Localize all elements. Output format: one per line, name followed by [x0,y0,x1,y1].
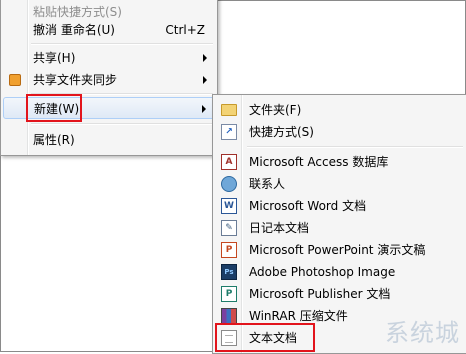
journal-icon: ✎ [221,220,237,236]
shortcut-text: Ctrl+Z [165,23,205,37]
submenu-item-word-document[interactable]: W Microsoft Word 文档 [215,195,465,217]
submenu-item-journal-document[interactable]: ✎ 日记本文档 [215,217,465,239]
submenu-item-folder[interactable]: 文件夹(F) [215,99,465,121]
menu-item-share[interactable]: 共享(H) [3,47,215,69]
menu-item-new[interactable]: 新建(W) [3,97,215,119]
submenu-arrow-icon [203,76,207,84]
menu-item-share-folder-sync[interactable]: 共享文件夹同步 [3,69,215,91]
submenu-item-label: Adobe Photoshop Image [249,265,396,279]
submenu-item-label: 文件夹(F) [249,103,302,117]
submenu-item-publisher-document[interactable]: P Microsoft Publisher 文档 [215,283,465,305]
submenu-item-winrar-archive[interactable]: WinRAR 压缩文件 [215,305,465,327]
menu-separator [31,123,213,125]
submenu-item-label: 快捷方式(S) [249,125,314,139]
submenu-item-label: Microsoft Publisher 文档 [249,287,391,301]
menu-item-label: 共享(H) [33,51,76,65]
access-icon: A [221,154,237,170]
publisher-icon: P [221,286,237,302]
text-document-icon [221,330,237,346]
submenu-item-label: Microsoft Access 数据库 [249,155,389,169]
powerpoint-icon: P [221,242,237,258]
word-icon: W [221,198,237,214]
submenu-item-label: 联系人 [249,177,286,191]
menu-item-label: 属性(R) [33,133,75,147]
submenu-item-contact[interactable]: 联系人 [215,173,465,195]
submenu-item-label: WinRAR 压缩文件 [249,309,348,323]
submenu-item-access-database[interactable]: A Microsoft Access 数据库 [215,151,465,173]
sync-icon [9,74,21,86]
menu-item-label: 粘贴快捷方式(S) [33,5,122,19]
menu-separator [247,146,463,148]
photoshop-icon: Ps [221,264,237,280]
menu-item-label: 新建(W) [34,102,80,116]
submenu-arrow-icon [203,54,207,62]
submenu-item-photoshop-image[interactable]: Ps Adobe Photoshop Image [215,261,465,283]
menu-item-label: 撤消 重命名(U) [33,23,115,37]
menu-item-undo-rename[interactable]: 撤消 重命名(U) Ctrl+Z [3,19,215,41]
submenu-item-label: 日记本文档 [249,221,310,235]
shortcut-icon: ↗ [221,124,237,140]
submenu-item-label: 文本文档 [249,331,298,345]
submenu-arrow-icon [202,105,206,113]
context-menu: 粘贴快捷方式(S) 撤消 重命名(U) Ctrl+Z 共享(H) 共享文件夹同步… [0,0,218,156]
submenu-item-label: Microsoft Word 文档 [249,199,367,213]
menu-item-label: 共享文件夹同步 [33,73,118,87]
new-submenu: 文件夹(F) ↗ 快捷方式(S) A Microsoft Access 数据库 … [212,94,466,354]
contact-icon [221,176,237,192]
submenu-item-powerpoint[interactable]: P Microsoft PowerPoint 演示文稿 [215,239,465,261]
menu-separator [31,93,213,95]
winrar-icon [221,308,237,324]
menu-separator [31,43,213,45]
submenu-item-text-document[interactable]: 文本文档 [215,327,465,349]
submenu-item-label: Microsoft PowerPoint 演示文稿 [249,243,426,257]
menu-item-properties[interactable]: 属性(R) [3,129,215,151]
submenu-item-shortcut[interactable]: ↗ 快捷方式(S) [215,121,465,143]
folder-icon [221,104,237,116]
